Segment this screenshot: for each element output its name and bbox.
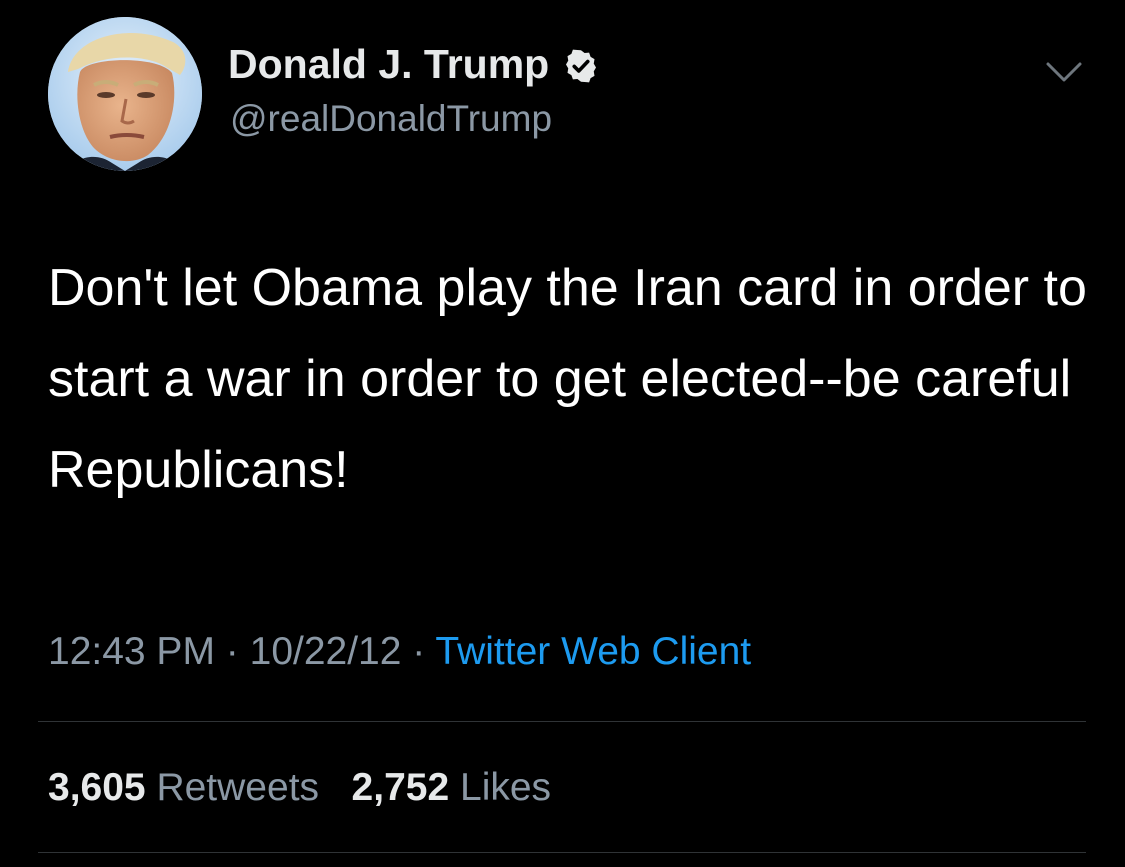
meta-separator: · [412, 630, 426, 673]
avatar-image [48, 17, 202, 171]
tweet-time: 12:43 PM [48, 630, 215, 673]
tweet-source-link[interactable]: Twitter Web Client [435, 630, 751, 673]
tweet-date: 10/22/12 [249, 630, 402, 673]
tweet-meta: 12:43 PM · 10/22/12 · Twitter Web Client [48, 628, 751, 676]
verified-badge-icon [563, 46, 599, 83]
likes-label: Likes [460, 766, 552, 809]
likes-stat[interactable]: 2,752 Likes [352, 766, 552, 809]
divider [38, 721, 1086, 722]
author-name[interactable]: Donald J. Trump [228, 40, 549, 88]
avatar[interactable] [48, 17, 202, 171]
retweets-stat[interactable]: 3,605 Retweets [48, 766, 330, 809]
retweets-label: Retweets [156, 766, 320, 809]
meta-separator: · [225, 630, 239, 673]
likes-count: 2,752 [351, 766, 450, 809]
author-name-row[interactable]: Donald J. Trump [228, 40, 599, 88]
tweet-text: Don't let Obama play the Iran card in or… [48, 259, 1087, 499]
chevron-down-icon[interactable] [1044, 58, 1084, 86]
retweets-count: 3,605 [48, 766, 146, 809]
tweet-stats: 3,605 Retweets 2,752 Likes [48, 764, 551, 812]
tweet-detail: Donald J. Trump @realDonaldTrump Don't l… [0, 0, 1125, 867]
divider [38, 852, 1086, 853]
author-handle[interactable]: @realDonaldTrump [230, 97, 552, 141]
